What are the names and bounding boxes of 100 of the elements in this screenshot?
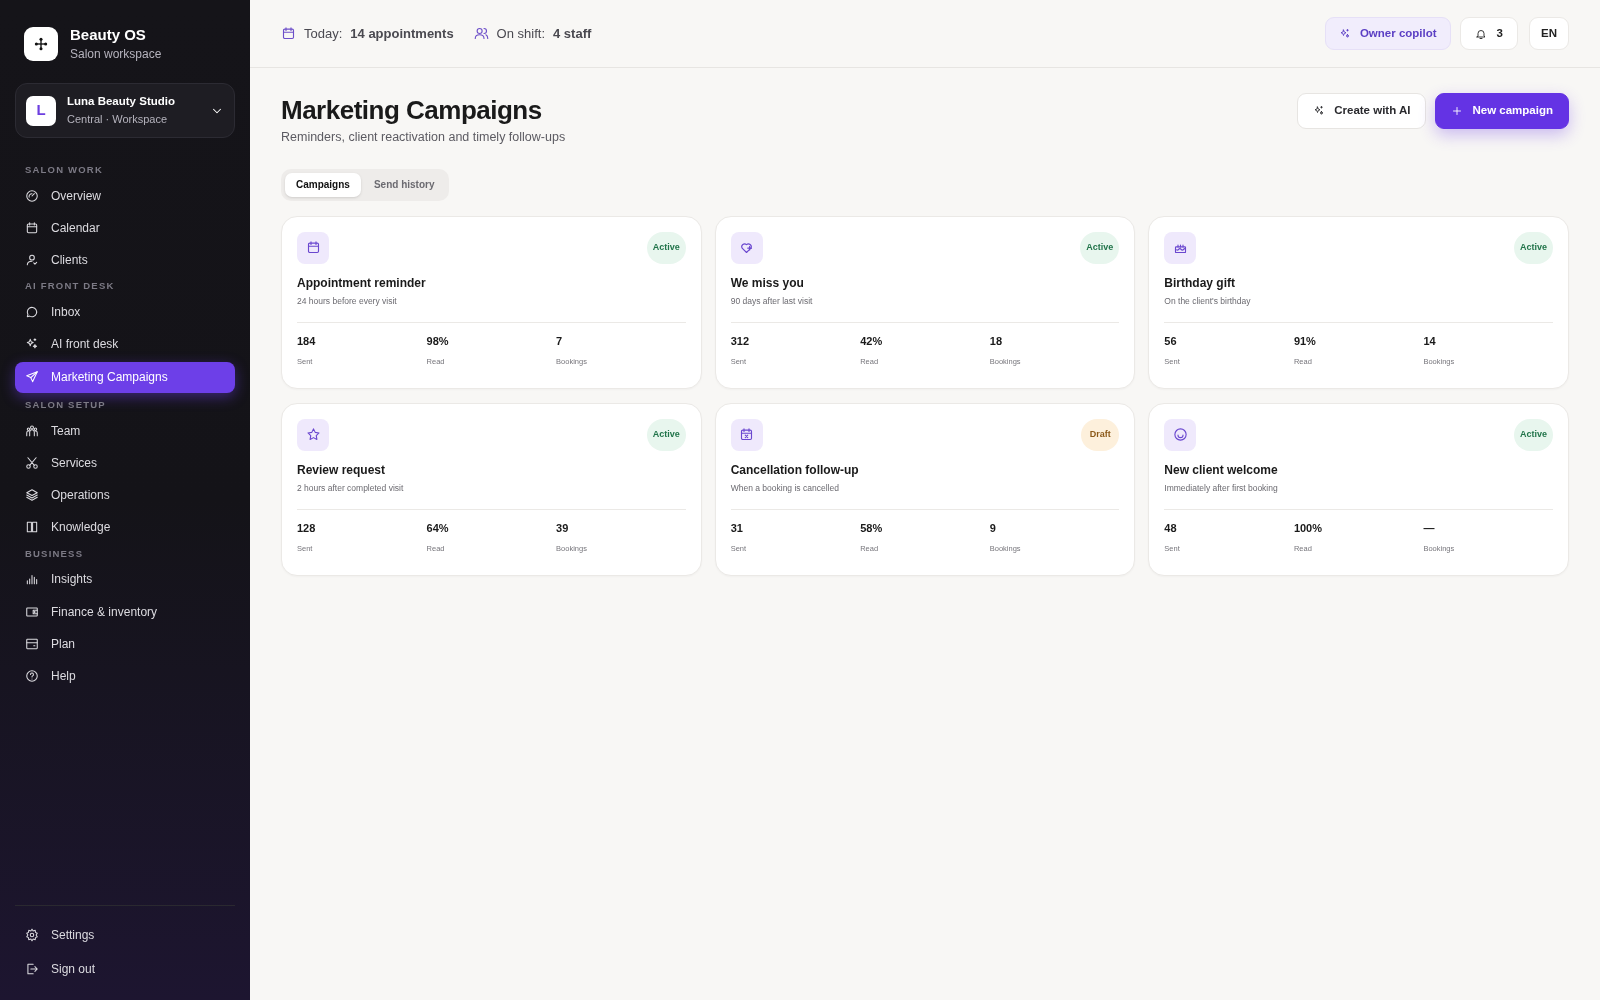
status-badge: Draft <box>1081 418 1120 451</box>
campaign-title: New client welcome <box>1164 461 1279 479</box>
layers-icon <box>25 488 39 502</box>
metric-value: 18 <box>989 333 1003 349</box>
tab[interactable]: Campaigns <box>285 172 361 197</box>
nav-item[interactable]: Calendar <box>15 212 235 244</box>
campaign-title: Appointment reminder <box>297 274 427 292</box>
campaign-schedule: 2 hours after completed visit <box>297 481 405 495</box>
nav-item[interactable]: Services <box>15 447 235 479</box>
status-badge: Active <box>1513 231 1553 264</box>
metric-value: 312 <box>730 333 750 349</box>
metric-value: 48 <box>1164 520 1178 536</box>
page-title: Marketing Campaigns <box>281 94 543 126</box>
metric-value: 31 <box>730 520 744 536</box>
bell-icon <box>1474 27 1487 40</box>
nav-item[interactable]: Knowledge <box>15 511 235 543</box>
team-icon <box>25 423 39 438</box>
campaign-title: Birthday gift <box>1164 274 1236 292</box>
settings-icon <box>25 928 39 942</box>
nav-section-heading: BUSINESS <box>24 546 85 561</box>
calendar-icon <box>305 240 321 256</box>
campaign-schedule: On the client's birthday <box>1164 294 1252 308</box>
wallet-icon <box>25 604 39 619</box>
status-badge: Active <box>1080 231 1120 264</box>
workspace-location: Central · Workspace <box>67 112 169 127</box>
plus-icon <box>1451 105 1464 117</box>
campaign-schedule: 24 hours before every visit <box>297 294 398 308</box>
status-badge: Active <box>646 418 686 451</box>
workspace-switcher[interactable]: L Luna Beauty Studio Central · Workspace <box>15 83 235 138</box>
language-button[interactable]: EN <box>1529 17 1569 50</box>
nav-item[interactable]: Settings <box>15 918 235 952</box>
nav-item[interactable]: Plan <box>15 628 235 660</box>
owner-copilot-button[interactable]: Owner copilot <box>1324 17 1451 50</box>
metric-value: 42% <box>860 333 884 349</box>
notifications-button[interactable]: 3 <box>1459 17 1518 50</box>
nav-item[interactable]: Help <box>15 660 235 692</box>
sign-out-icon <box>25 962 39 976</box>
stat-value: 4 staff <box>553 24 592 43</box>
nav-item[interactable]: Insights <box>15 563 235 595</box>
nav-item[interactable]: Marketing Campaigns <box>15 361 235 393</box>
campaign-schedule: When a booking is cancelled <box>730 481 840 495</box>
calendar-cancel-icon <box>739 427 755 443</box>
help-icon <box>25 668 39 683</box>
sparkle-icon <box>1313 105 1326 117</box>
metric-value: 56 <box>1164 333 1178 349</box>
scissors-icon <box>25 455 39 470</box>
tab[interactable]: Send history <box>362 172 446 197</box>
nav-item[interactable]: Team <box>15 415 235 447</box>
nav-item[interactable]: AI front desk <box>15 328 235 360</box>
nav-section-heading: SALON SETUP <box>24 398 107 412</box>
gauge-icon <box>25 188 39 203</box>
chat-bubble-icon <box>25 305 39 320</box>
metric-value: 184 <box>297 333 317 349</box>
heart-plus-icon <box>739 240 755 256</box>
campaign-title: Review request <box>297 461 387 479</box>
nav-item[interactable]: Overview <box>15 180 235 211</box>
metric-value: 91% <box>1293 333 1317 349</box>
create-with-ai-button[interactable]: Create with AI <box>1297 93 1427 129</box>
brand-subtitle: Salon workspace <box>70 46 162 63</box>
nav-item[interactable]: Inbox <box>15 296 235 328</box>
stat-label: Today: <box>304 24 343 43</box>
status-badge: Active <box>646 231 686 264</box>
people-icon <box>473 26 489 41</box>
logo <box>24 27 58 61</box>
card-icon <box>25 636 39 651</box>
star-icon <box>305 427 321 443</box>
brand-name: Beauty OS <box>70 25 147 45</box>
metric-value: 128 <box>297 520 317 536</box>
calendar-icon <box>25 220 39 235</box>
person-icon <box>25 252 39 267</box>
status-badge: Active <box>1513 418 1553 451</box>
paper-plane-icon <box>25 370 39 385</box>
sparkle-icon <box>1338 27 1351 40</box>
metric-value: 39 <box>556 520 570 536</box>
new-campaign-button[interactable]: New campaign <box>1435 93 1569 129</box>
nav-item[interactable]: Operations <box>15 479 235 511</box>
nav-section-heading: AI FRONT DESK <box>24 279 116 294</box>
nav-item[interactable]: Finance & inventory <box>15 596 235 628</box>
nav-item[interactable]: Clients <box>15 244 235 276</box>
calendar-icon <box>281 26 296 41</box>
campaign-schedule: Immediately after first booking <box>1164 481 1279 495</box>
book-icon <box>25 520 39 535</box>
metric-value: 7 <box>556 333 564 349</box>
workspace-name: Luna Beauty Studio <box>67 94 176 109</box>
campaign-schedule: 90 days after last visit <box>730 294 814 308</box>
metric-value: 9 <box>989 520 997 536</box>
page-subtitle: Reminders, client reactivation and timely follow-ups <box>281 129 566 146</box>
metric-value: 100% <box>1293 520 1323 536</box>
metric-value: 64% <box>426 520 450 536</box>
metric-value: 58% <box>860 520 884 536</box>
campaign-title: We miss you <box>730 274 805 292</box>
metric-value: — <box>1423 520 1436 536</box>
stat-value: 14 appointments <box>350 24 454 43</box>
nav-item[interactable]: Sign out <box>15 952 235 986</box>
stat-label: On shift: <box>496 24 546 43</box>
bar-chart-icon <box>25 572 39 587</box>
nav-section-heading: SALON WORK <box>24 162 104 177</box>
smile-icon <box>1172 427 1188 443</box>
metric-value: 98% <box>426 333 450 349</box>
metric-value: 14 <box>1423 333 1437 349</box>
